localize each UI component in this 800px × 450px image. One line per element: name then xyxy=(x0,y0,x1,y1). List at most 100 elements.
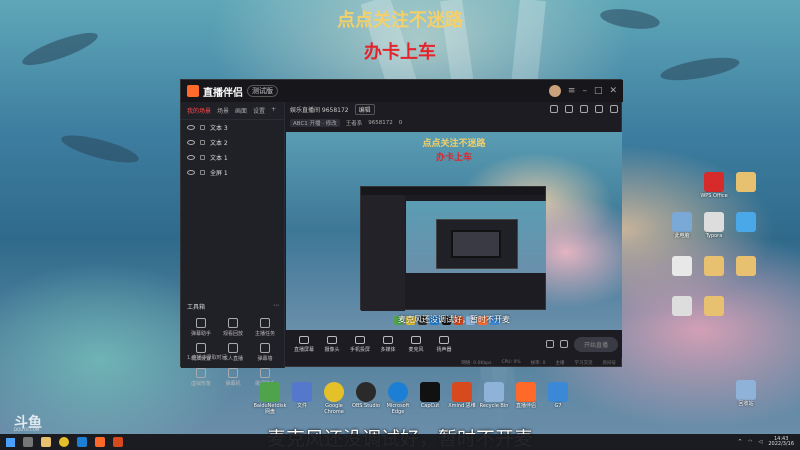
desktop-icon[interactable]: BaiduNetdisk 网盘 xyxy=(252,382,288,415)
desktop-icon-live-companion[interactable]: 直播伴侣 xyxy=(508,382,544,410)
tab-scene[interactable]: 场景 xyxy=(217,106,229,115)
tab-my-scene[interactable]: 我的场景 xyxy=(187,106,211,115)
desktop-icon-label: 此电脑 xyxy=(674,233,690,239)
share-icon[interactable] xyxy=(610,105,618,113)
clock[interactable]: 14:43 2022/3/16 xyxy=(768,436,794,448)
microphone-icon xyxy=(411,335,421,344)
tool-item[interactable]: 主播任务 xyxy=(249,318,281,337)
toolbox-more-icon[interactable]: ⋯ xyxy=(273,302,279,311)
phone-icon xyxy=(355,335,365,344)
start-live-button[interactable]: 开始直播 xyxy=(573,336,618,352)
desktop-icon[interactable]: 文件 xyxy=(284,382,320,410)
windows-start-icon[interactable] xyxy=(6,437,15,447)
desktop-icon[interactable]: Recycle Bin xyxy=(476,382,512,410)
minimize-icon[interactable]: – xyxy=(582,86,587,96)
network-icon[interactable]: ◠ xyxy=(748,439,752,445)
status-network: 网络: 0.0Kbps xyxy=(461,361,492,366)
wps-icon xyxy=(704,172,724,192)
menu-icon[interactable]: ≡ xyxy=(568,86,576,96)
tab-settings[interactable]: 设置 xyxy=(253,106,265,115)
desktop-icon[interactable] xyxy=(728,256,764,276)
tool-item[interactable]: 观看回放 xyxy=(217,318,249,337)
chrome-icon[interactable] xyxy=(59,437,69,447)
desktop-icon-typora[interactable]: Typora xyxy=(696,212,732,240)
desktop-icon-chrome[interactable]: Google Chrome xyxy=(316,382,352,415)
volume-icon[interactable]: ◁ xyxy=(759,439,763,445)
tool-item[interactable]: 弹幕助手 xyxy=(185,318,217,337)
desktop-icon-label: CapCut xyxy=(420,403,440,409)
preview-card-text: 办卡上车 xyxy=(435,153,472,163)
eye-icon[interactable] xyxy=(187,170,195,175)
media-icon xyxy=(383,335,393,344)
eye-icon[interactable] xyxy=(187,155,195,160)
tab-canvas[interactable]: 画面 xyxy=(235,106,247,115)
nested-inner-preview xyxy=(451,230,501,258)
layer-item[interactable]: 文本 2 xyxy=(181,135,284,150)
bell-icon[interactable] xyxy=(595,105,603,113)
file-icon xyxy=(672,256,692,276)
desktop-icon-recycle-bin[interactable]: 回收站 xyxy=(728,380,764,408)
live-tool-label: 手机投屏 xyxy=(349,346,370,353)
add-scene-icon[interactable]: + xyxy=(271,106,276,115)
toolbox-grid: 弹幕助手 观看回放 主播任务 玩法设置 本人直播 弹幕墙 虚拟形象 弹幕机 歌词… xyxy=(185,318,281,387)
desktop-icon[interactable] xyxy=(696,296,732,316)
fish-silhouette xyxy=(59,129,141,169)
close-icon[interactable]: ✕ xyxy=(609,86,617,96)
desktop-icon[interactable] xyxy=(664,256,700,276)
gift-icon[interactable] xyxy=(550,105,558,113)
desktop-icon-this-pc[interactable]: 此电脑 xyxy=(664,212,700,240)
media-button[interactable]: 多媒体 xyxy=(374,335,402,353)
tool-item[interactable]: 弹幕墙 xyxy=(249,343,281,362)
microphone-button[interactable]: 麦克风 xyxy=(402,335,430,353)
status-host: 主播 xyxy=(555,361,565,366)
edge-icon[interactable] xyxy=(77,437,87,447)
live-toolbar: 直播屏幕 摄像头 手机投屏 多媒体 麦克风 扬声器 开始直播 xyxy=(286,330,622,358)
desktop-icon-edge[interactable]: Microsoft Edge xyxy=(380,382,416,415)
record-icon[interactable] xyxy=(545,340,554,348)
desktop-icon-wps[interactable]: WPS Office xyxy=(696,172,732,200)
chevron-up-icon[interactable]: ^ xyxy=(738,439,742,445)
desktop-icon[interactable] xyxy=(728,212,764,232)
live-tool-label: 麦克风 xyxy=(408,346,424,353)
desktop-icon[interactable]: G7 xyxy=(540,382,576,410)
explorer-icon[interactable] xyxy=(41,437,51,447)
nested-preview xyxy=(406,201,546,273)
lock-icon[interactable] xyxy=(200,140,205,145)
wall-icon xyxy=(260,343,270,353)
lock-icon[interactable] xyxy=(565,105,573,113)
lock-icon[interactable] xyxy=(200,125,205,130)
tool-item[interactable]: 虚拟形象 xyxy=(185,368,217,387)
lock-icon[interactable] xyxy=(200,170,205,175)
stream-preview[interactable]: 点点关注不迷路 办卡上车 麦克风还没调试好，暂时不开麦 xyxy=(286,132,622,330)
search-icon[interactable] xyxy=(23,437,33,447)
desktop-icon-obs[interactable]: OBS Studio xyxy=(348,382,384,410)
layer-item[interactable]: 文本 1 xyxy=(181,150,284,165)
layer-item[interactable]: 文本 3 xyxy=(181,120,284,135)
camera-button[interactable]: 摄像头 xyxy=(318,335,346,353)
maximize-icon[interactable]: □ xyxy=(594,86,603,96)
eye-icon[interactable] xyxy=(187,125,195,130)
screen-capture-button[interactable]: 直播屏幕 xyxy=(290,335,318,353)
status-bar: 网络: 0.0Kbps CPU: 0% 帧率: 0 主播 学习交流 房间号 xyxy=(286,360,622,368)
settings-icon[interactable] xyxy=(559,340,568,348)
area-chip[interactable]: ABC1 开播 · 修改 xyxy=(290,119,340,127)
room-id-label: 王者系 xyxy=(345,121,363,127)
desktop-icon[interactable] xyxy=(664,296,700,316)
layout-icon[interactable] xyxy=(580,105,588,113)
lock-icon[interactable] xyxy=(200,155,205,160)
app-logo-icon xyxy=(187,85,199,97)
desktop-icon-capcut[interactable]: CapCut xyxy=(412,382,448,410)
edit-button[interactable]: 编辑 xyxy=(354,103,375,115)
desktop-icon[interactable] xyxy=(696,256,732,276)
layer-item[interactable]: 全屏 1 xyxy=(181,165,284,180)
desktop-icon[interactable] xyxy=(728,172,764,192)
xmind-icon[interactable] xyxy=(113,437,123,447)
speaker-button[interactable]: 扬声器 xyxy=(430,335,458,353)
eye-icon[interactable] xyxy=(187,140,195,145)
desktop-icon-xmind[interactable]: Xmind 思维 xyxy=(444,382,480,410)
avatar[interactable] xyxy=(548,85,561,97)
phone-cast-button[interactable]: 手机投屏 xyxy=(346,335,374,353)
live-companion-icon[interactable] xyxy=(95,437,105,447)
layer-label: 全屏 1 xyxy=(210,170,228,177)
tool-item[interactable]: 弹幕机 xyxy=(217,368,249,387)
